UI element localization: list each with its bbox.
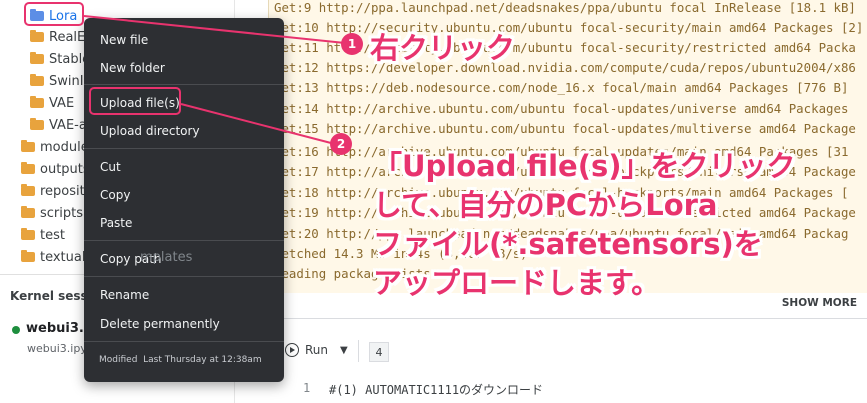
folder-icon	[21, 228, 35, 240]
folder-icon	[30, 118, 44, 130]
callout-upload-instructions: 「Upload file(s)」をクリック して、自分のPCからLora ファイ…	[373, 147, 795, 303]
context-menu: New file New folder Upload file(s) Uploa…	[84, 18, 284, 382]
code-line-number: 1	[303, 381, 311, 395]
folder-icon	[21, 184, 35, 196]
kernel-sessions-heading: Kernel sessi	[10, 289, 92, 303]
menu-modified-info: Modified Last Thursday at 12:38am	[99, 355, 262, 365]
callout-line: 「Upload file(s)」をクリック	[373, 149, 796, 183]
folder-label: outputs	[40, 161, 90, 177]
callout-line: して、自分のPCからLora	[373, 188, 718, 222]
menu-divider	[84, 276, 284, 277]
folder-label: scripts	[40, 205, 83, 221]
run-label: Run	[305, 343, 329, 357]
upload-highlight-box	[89, 87, 181, 115]
folder-icon	[21, 206, 35, 218]
step-badge-1: 1	[341, 33, 363, 55]
callout-line: ファイル(*.safetensors)を	[373, 227, 763, 261]
menu-item-paste[interactable]: Paste	[100, 216, 132, 230]
chevron-down-icon[interactable]: ▼	[340, 345, 348, 356]
kernel-status-dot	[12, 326, 20, 334]
menu-divider	[84, 84, 284, 85]
folder-icon	[30, 30, 44, 42]
folder-icon	[21, 162, 35, 174]
cell-separator	[268, 318, 867, 319]
folder-item-outputs[interactable]: outputs	[21, 158, 90, 180]
modified-label: Modified	[99, 355, 138, 365]
callout-right-click: 右クリック	[370, 31, 516, 65]
menu-divider	[84, 341, 284, 342]
lora-highlight-box	[24, 2, 84, 26]
console-line: Get:14 http://archive.ubuntu.com/ubuntu …	[274, 101, 849, 116]
run-icon	[285, 343, 299, 357]
folder-label: test	[40, 227, 65, 243]
execution-count-badge: 4	[369, 342, 389, 362]
folder-icon	[21, 140, 35, 152]
console-line: Get:12 https://developer.download.nvidia…	[274, 60, 856, 75]
folder-label: VAE-a	[49, 117, 87, 133]
console-line: Get:10 http://security.ubuntu.com/ubuntu…	[274, 20, 864, 35]
modified-value: Last Thursday at 12:38am	[143, 355, 262, 365]
callout-line: アップロードします。	[373, 266, 661, 300]
console-line: Get:15 http://archive.ubuntu.com/ubuntu …	[274, 121, 856, 136]
menu-item-new-file[interactable]: New file	[100, 33, 148, 47]
menu-divider	[84, 240, 284, 241]
folder-icon	[30, 96, 44, 108]
folder-icon	[21, 250, 35, 262]
menu-item-upload-directory[interactable]: Upload directory	[100, 124, 200, 138]
folder-item-test[interactable]: test	[21, 224, 65, 246]
sidebar-item-behind-menu: mplates	[140, 250, 193, 265]
folder-icon	[30, 74, 44, 86]
step-badge-2: 2	[330, 133, 352, 155]
menu-item-rename[interactable]: Rename	[100, 288, 149, 302]
run-button[interactable]: Run ▼	[285, 343, 348, 357]
folder-item-scripts[interactable]: scripts	[21, 202, 83, 224]
menu-item-cut[interactable]: Cut	[100, 160, 121, 174]
menu-divider	[84, 148, 284, 149]
menu-item-copy[interactable]: Copy	[100, 188, 130, 202]
console-line: Get:9 http://ppa.launchpad.net/deadsnake…	[274, 0, 856, 15]
folder-item-vae-approx[interactable]: VAE-a	[30, 114, 87, 136]
console-line: Get:13 https://deb.nodesource.com/node_1…	[274, 80, 849, 95]
folder-icon	[30, 52, 44, 64]
toolbar-divider	[358, 340, 359, 362]
code-editor-line[interactable]: #(1) AUTOMATIC1111のダウンロード	[329, 381, 543, 398]
menu-item-new-folder[interactable]: New folder	[100, 61, 165, 75]
menu-item-delete-permanently[interactable]: Delete permanently	[100, 317, 220, 331]
folder-item-vae[interactable]: VAE	[30, 92, 74, 114]
folder-label: VAE	[49, 95, 75, 111]
